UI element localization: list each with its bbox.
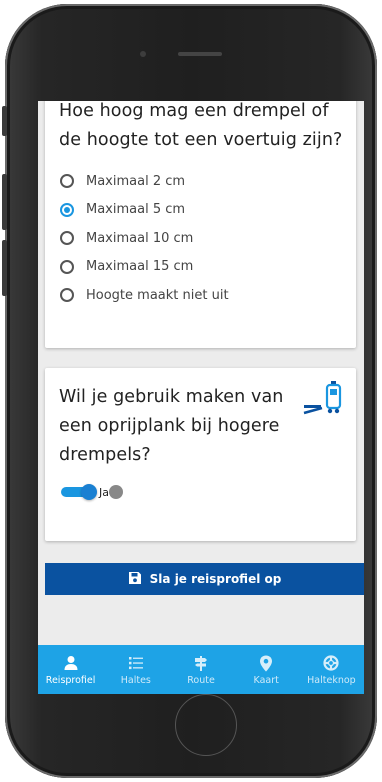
nav-item-route[interactable]: Route <box>168 645 233 694</box>
mute-switch <box>2 106 7 136</box>
option-label: Maximaal 5 cm <box>86 202 186 218</box>
option-label: Maximaal 2 cm <box>86 173 186 189</box>
option-label: Maximaal 15 cm <box>86 259 194 275</box>
nav-label: Reisprofiel <box>45 675 96 686</box>
nav-label: Haltes <box>120 675 151 686</box>
ramp-question: Wil je gebruik maken van een oprijplank … <box>59 387 284 465</box>
radio-button[interactable] <box>60 231 74 246</box>
nav-label: Route <box>187 675 215 686</box>
person-icon <box>63 654 79 672</box>
map-pin-icon <box>259 654 273 672</box>
option-label: Hoogte maakt niet uit <box>86 287 229 303</box>
threshold-question: Hoe hoog mag een drempel of de hoogte to… <box>59 101 343 150</box>
nav-item-kaart[interactable]: Kaart <box>234 645 299 694</box>
ramp-vehicle-icon <box>302 380 348 422</box>
volume-up-button <box>2 174 7 230</box>
front-camera <box>140 51 146 57</box>
nav-item-halteknop[interactable]: Halteknop <box>299 645 364 694</box>
toggle-focus-ring <box>109 485 123 499</box>
save-icon <box>128 571 142 588</box>
nav-label: Kaart <box>253 675 279 686</box>
ramp-card: Wil je gebruik maken van een oprijplank … <box>45 368 356 541</box>
nav-item-reisprofiel[interactable]: Reisprofiel <box>38 645 103 694</box>
nav-label: Halteknop <box>307 675 356 686</box>
option-max-2cm[interactable]: Maximaal 2 cm <box>60 167 229 196</box>
threshold-options: Maximaal 2 cm Maximaal 5 cm Maximaal 10 … <box>60 167 229 310</box>
threshold-height-card: Hoe hoog mag een drempel of de hoogte to… <box>45 101 356 348</box>
option-height-irrelevant[interactable]: Hoogte maakt niet uit <box>60 281 229 310</box>
option-label: Maximaal 10 cm <box>86 230 194 246</box>
signpost-icon <box>193 654 209 672</box>
option-max-5cm[interactable]: Maximaal 5 cm <box>60 196 229 225</box>
earpiece-speaker <box>178 52 222 56</box>
radio-button[interactable] <box>60 174 74 189</box>
option-max-15cm[interactable]: Maximaal 15 cm <box>60 253 229 282</box>
bottom-navigation: Reisprofiel Haltes Route Kaart Halteknop <box>38 645 364 694</box>
save-button-label: Sla je reisprofiel op <box>149 572 282 586</box>
radio-button[interactable] <box>60 259 74 274</box>
home-button[interactable] <box>175 694 237 756</box>
ramp-toggle[interactable] <box>61 484 97 500</box>
toggle-thumb[interactable] <box>81 484 97 500</box>
radio-button-selected[interactable] <box>60 202 74 217</box>
save-profile-button[interactable]: Sla je reisprofiel op <box>45 563 364 595</box>
nav-item-haltes[interactable]: Haltes <box>103 645 168 694</box>
app-screen: Hoe hoog mag een drempel of de hoogte to… <box>38 101 364 694</box>
list-icon <box>128 654 144 672</box>
lifebuoy-icon <box>323 654 340 672</box>
toggle-label: Ja <box>99 486 109 499</box>
phone-frame: Hoe hoog mag een drempel of de hoogte to… <box>2 4 377 778</box>
radio-button[interactable] <box>60 288 74 303</box>
option-max-10cm[interactable]: Maximaal 10 cm <box>60 224 229 253</box>
volume-down-button <box>2 240 7 296</box>
